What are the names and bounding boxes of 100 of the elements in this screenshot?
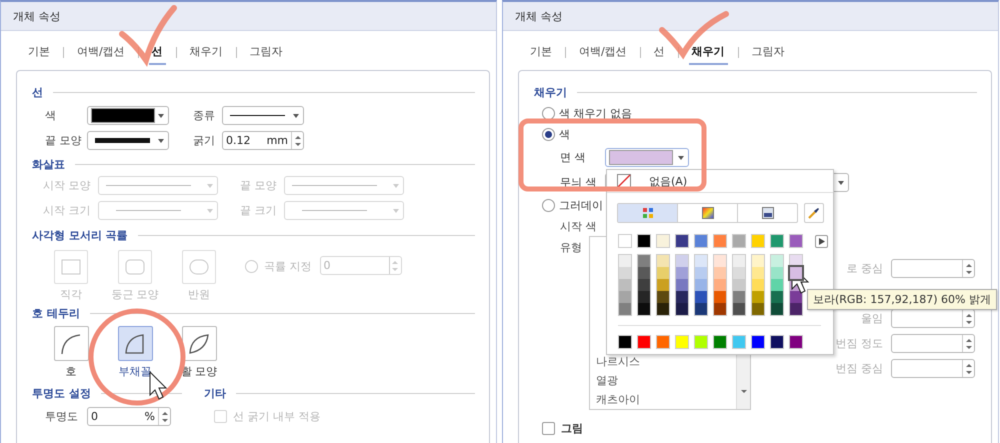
color-swatch[interactable] bbox=[619, 279, 631, 291]
color-swatch[interactable] bbox=[770, 234, 784, 248]
color-swatch[interactable] bbox=[771, 291, 783, 303]
no-color-option[interactable]: 없음(A) bbox=[607, 170, 833, 193]
color-dropdown[interactable] bbox=[87, 106, 169, 125]
arrow-dropdown[interactable] bbox=[284, 176, 404, 195]
down-arrow-icon[interactable] bbox=[966, 346, 972, 348]
tab[interactable]: 그림자 bbox=[748, 40, 788, 64]
color-swatch[interactable] bbox=[733, 267, 745, 279]
color-swatch[interactable] bbox=[638, 267, 650, 279]
checkbox[interactable] bbox=[542, 422, 555, 435]
color-swatch[interactable] bbox=[675, 335, 689, 349]
color-swatch[interactable] bbox=[637, 234, 651, 248]
color-swatch[interactable] bbox=[638, 303, 650, 315]
number-field[interactable] bbox=[891, 334, 975, 353]
color-swatch[interactable] bbox=[733, 303, 745, 315]
color-swatch[interactable] bbox=[732, 335, 746, 349]
color-swatch[interactable] bbox=[656, 335, 670, 349]
color-swatch[interactable] bbox=[695, 267, 707, 279]
color-swatch[interactable] bbox=[618, 335, 632, 349]
color-swatch[interactable] bbox=[657, 291, 669, 303]
tab[interactable]: 기본 bbox=[25, 40, 53, 64]
color-swatch[interactable] bbox=[695, 291, 707, 303]
color-swatch[interactable] bbox=[733, 255, 745, 267]
color-swatch[interactable] bbox=[657, 255, 669, 267]
face-color-dropdown[interactable] bbox=[605, 148, 689, 167]
transparency-field[interactable]: 0 % bbox=[87, 407, 171, 426]
tab[interactable]: 그림자 bbox=[246, 40, 286, 64]
eyedropper-button[interactable] bbox=[804, 203, 824, 223]
color-swatch[interactable] bbox=[694, 335, 708, 349]
up-arrow-icon[interactable] bbox=[966, 314, 972, 316]
radio-button[interactable] bbox=[542, 199, 555, 212]
color-swatch[interactable] bbox=[771, 267, 783, 279]
color-swatch[interactable] bbox=[676, 267, 688, 279]
color-swatch[interactable] bbox=[619, 267, 631, 279]
color-swatch[interactable] bbox=[771, 279, 783, 291]
color-swatch[interactable] bbox=[771, 303, 783, 315]
arc-shape-button[interactable] bbox=[54, 326, 88, 361]
color-swatch[interactable] bbox=[733, 291, 745, 303]
color-swatch[interactable] bbox=[695, 279, 707, 291]
tab[interactable]: 채우기 bbox=[688, 40, 728, 64]
color-swatch[interactable] bbox=[714, 267, 726, 279]
color-swatch[interactable] bbox=[675, 234, 689, 248]
up-arrow-icon[interactable] bbox=[294, 136, 300, 138]
width-field[interactable]: 0.12 mm bbox=[222, 131, 304, 150]
color-swatch[interactable] bbox=[618, 234, 632, 248]
color-swatch[interactable] bbox=[752, 267, 764, 279]
color-swatch[interactable] bbox=[789, 335, 803, 349]
color-swatch[interactable] bbox=[695, 303, 707, 315]
tab[interactable]: 기본 bbox=[527, 40, 555, 64]
color-swatch[interactable] bbox=[619, 291, 631, 303]
down-arrow-icon[interactable] bbox=[162, 418, 168, 422]
color-swatch[interactable] bbox=[656, 234, 670, 248]
tab[interactable]: 여백/캡션 bbox=[576, 40, 630, 64]
color-swatch[interactable] bbox=[676, 291, 688, 303]
color-swatch[interactable] bbox=[752, 279, 764, 291]
color-swatch[interactable] bbox=[713, 234, 727, 248]
list-item[interactable]: 열광 bbox=[596, 371, 734, 390]
color-swatch[interactable] bbox=[790, 291, 802, 303]
up-arrow-icon[interactable] bbox=[966, 364, 972, 366]
radio-button[interactable] bbox=[542, 107, 555, 120]
down-arrow-icon[interactable] bbox=[966, 320, 972, 324]
color-swatch[interactable] bbox=[714, 303, 726, 315]
color-swatch[interactable] bbox=[752, 303, 764, 315]
color-swatch[interactable] bbox=[752, 291, 764, 303]
up-arrow-icon[interactable] bbox=[966, 338, 972, 342]
color-swatch[interactable] bbox=[676, 279, 688, 291]
color-swatch[interactable] bbox=[619, 303, 631, 315]
color-swatch[interactable] bbox=[733, 279, 745, 291]
color-swatch[interactable] bbox=[619, 255, 631, 267]
color-swatch[interactable] bbox=[770, 335, 784, 349]
up-arrow-icon[interactable] bbox=[966, 264, 972, 266]
color-swatch[interactable] bbox=[638, 291, 650, 303]
color-swatch[interactable] bbox=[714, 255, 726, 267]
arrow-dropdown[interactable] bbox=[98, 176, 218, 195]
color-swatch[interactable] bbox=[657, 303, 669, 315]
up-arrow-icon[interactable] bbox=[162, 412, 168, 414]
more-colors-button[interactable] bbox=[815, 234, 828, 248]
color-swatch[interactable] bbox=[789, 234, 803, 248]
color-swatch[interactable] bbox=[732, 234, 746, 248]
tab[interactable]: 선 bbox=[650, 40, 668, 64]
down-arrow-icon[interactable] bbox=[966, 370, 972, 374]
down-arrow-icon[interactable] bbox=[740, 390, 746, 393]
number-field[interactable] bbox=[891, 359, 975, 378]
color-swatch[interactable] bbox=[637, 335, 651, 349]
color-swatch[interactable] bbox=[771, 255, 783, 267]
color-swatch[interactable] bbox=[676, 303, 688, 315]
color-swatch[interactable] bbox=[751, 234, 765, 248]
line-type-dropdown[interactable] bbox=[222, 106, 304, 125]
list-item[interactable]: 나르시스 bbox=[596, 352, 734, 371]
arc-shape-button[interactable] bbox=[118, 326, 152, 361]
tab[interactable]: 채우기 bbox=[186, 40, 226, 64]
color-swatch[interactable] bbox=[790, 267, 802, 279]
color-swatch[interactable] bbox=[713, 335, 727, 349]
arrow-dropdown[interactable] bbox=[284, 201, 404, 220]
color-swatch[interactable] bbox=[714, 291, 726, 303]
color-swatch[interactable] bbox=[751, 335, 765, 349]
color-swatch[interactable] bbox=[638, 279, 650, 291]
line-end-dropdown[interactable] bbox=[87, 131, 169, 150]
color-swatch[interactable] bbox=[657, 267, 669, 279]
